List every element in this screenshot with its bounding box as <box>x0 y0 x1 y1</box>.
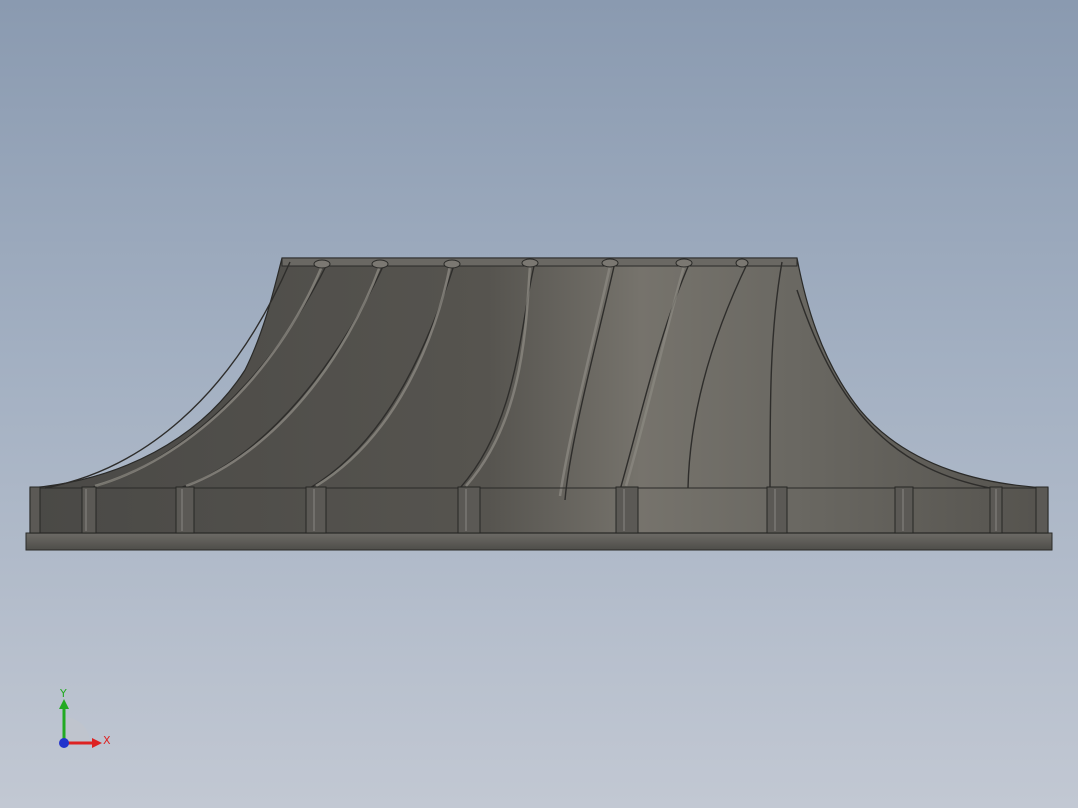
coordinate-triad: Y X <box>50 685 120 755</box>
impeller-model[interactable] <box>0 0 1078 808</box>
graphics-viewport[interactable]: Y X <box>0 0 1078 808</box>
base-plate <box>25 532 1053 551</box>
x-axis-label: X <box>103 734 111 747</box>
triad-arc <box>64 717 90 743</box>
z-axis-dot <box>59 738 69 748</box>
blade-tips <box>313 258 749 269</box>
top-rim <box>281 257 798 267</box>
y-axis-label: Y <box>59 687 67 700</box>
y-axis-arrow <box>59 699 69 709</box>
x-axis-arrow <box>92 738 102 748</box>
